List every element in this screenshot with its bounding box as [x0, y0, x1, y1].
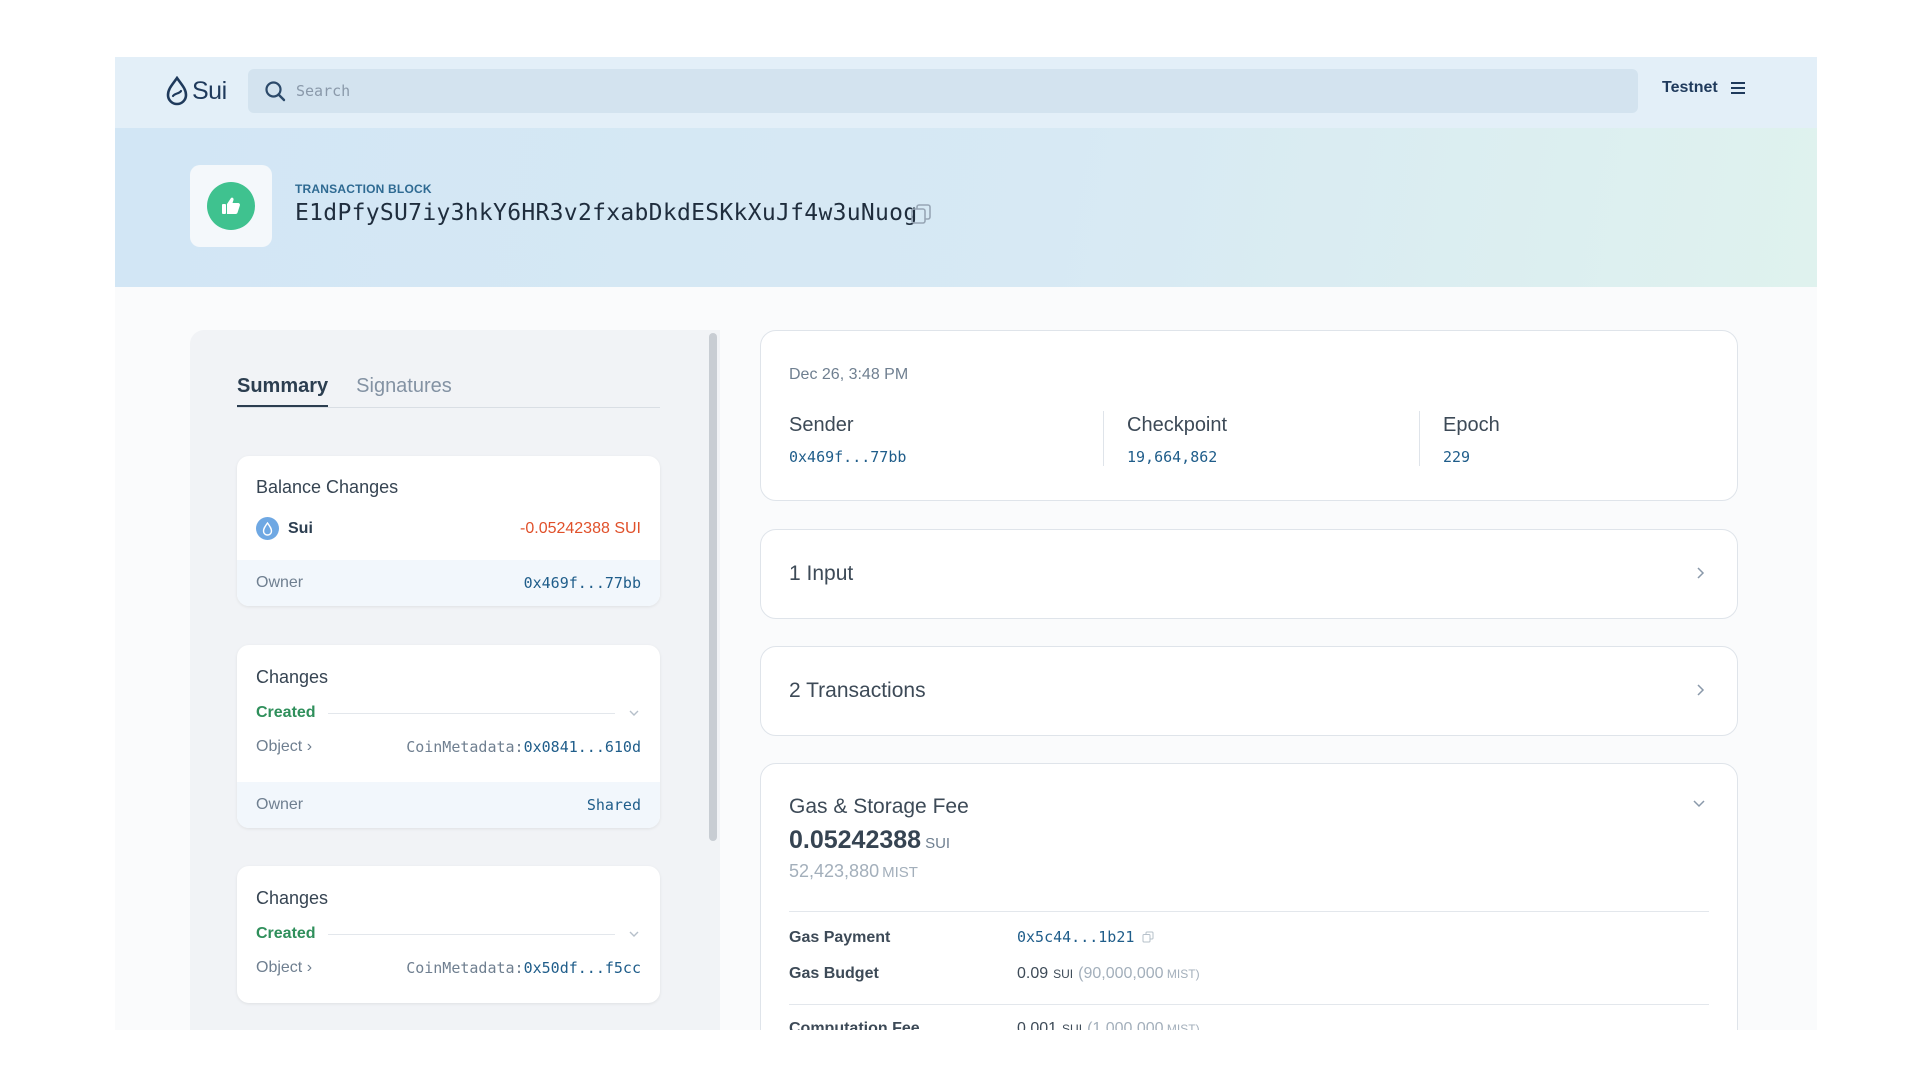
epoch-label: Epoch — [1443, 414, 1500, 436]
gas-budget-label: Gas Budget — [789, 965, 879, 982]
object-type: CoinMetadata: — [406, 959, 524, 977]
gas-total-mist-row: 52,423,880 MIST — [789, 861, 918, 882]
object-value: CoinMetadata:0x0841...610d — [406, 738, 641, 756]
checkpoint-value[interactable]: 19,664,862 — [1127, 448, 1217, 466]
checkpoint-label: Checkpoint — [1127, 414, 1228, 436]
object-label[interactable]: Object › — [256, 738, 312, 756]
epoch-value[interactable]: 229 — [1443, 448, 1470, 466]
content-area: Summary Signatures Balance Changes Sui -… — [0, 0, 1920, 1030]
owner-label: Owner — [256, 796, 304, 813]
coin-name: Sui — [288, 519, 313, 537]
sui-unit: SUI — [1062, 1022, 1083, 1030]
tab-bar: Summary Signatures — [237, 375, 660, 408]
owner-row: Owner 0x469f...77bb — [237, 560, 660, 606]
gas-payment-label: Gas Payment — [789, 929, 891, 946]
created-label: Created — [256, 925, 316, 942]
gas-total-sui: 0.05242388 — [789, 826, 922, 854]
gas-payment-object[interactable]: 0x5c44...1b21 — [1017, 928, 1134, 946]
object-type: CoinMetadata: — [406, 738, 524, 756]
gas-budget-mist: (90,000,000 MIST) — [1078, 965, 1200, 982]
balance-amount: -0.05242388 SUI — [520, 519, 641, 537]
gas-title: Gas & Storage Fee — [789, 795, 969, 818]
transactions-card[interactable]: 2 Transactions — [760, 646, 1738, 736]
chevron-down-icon[interactable] — [1691, 797, 1707, 811]
divider — [1103, 411, 1104, 466]
chevron-right-icon[interactable] — [1693, 565, 1707, 581]
timestamp: Dec 26, 3:48 PM — [789, 366, 909, 383]
owner-label: Owner — [256, 574, 304, 591]
computation-fee-mist: (1,000,000 MIST) — [1087, 1020, 1200, 1030]
card-title: Balance Changes — [256, 477, 399, 497]
object-label[interactable]: Object › — [256, 959, 312, 977]
object-row: Object › CoinMetadata:0x50df...f5cc — [256, 959, 641, 977]
coin-row: Sui -0.05242388 SUI — [256, 517, 641, 540]
coin-info: Sui — [256, 517, 313, 540]
copy-icon[interactable] — [1142, 931, 1154, 943]
object-id[interactable]: 0x50df...f5cc — [524, 959, 641, 977]
computation-fee-value: 0.001 SUI (1,000,000 MIST) — [1017, 1020, 1200, 1030]
created-row[interactable]: Created — [256, 925, 641, 943]
sui-unit: SUI — [1053, 967, 1074, 981]
changes-card: Changes Created Object › CoinMetadata:0x… — [237, 866, 660, 1003]
card-title: Changes — [256, 667, 329, 687]
divider — [789, 911, 1709, 912]
divider — [1419, 411, 1420, 466]
chevron-down-icon[interactable] — [627, 927, 641, 941]
created-row[interactable]: Created — [256, 704, 641, 722]
changes-card: Changes Created Object › CoinMetadata:0x… — [237, 645, 660, 828]
details-card: Dec 26, 3:48 PM Sender 0x469f...77bb Che… — [760, 330, 1738, 501]
gas-payment-value: 0x5c44...1b21 — [1017, 928, 1154, 946]
object-id[interactable]: 0x0841...610d — [524, 738, 641, 756]
panel-scrollbar[interactable] — [709, 333, 717, 841]
owner-row: Owner Shared — [237, 782, 660, 828]
divider — [327, 712, 615, 714]
inputs-card[interactable]: 1 Input — [760, 529, 1738, 619]
computation-fee-sui: 0.001 — [1017, 1020, 1058, 1030]
created-label: Created — [256, 704, 316, 721]
card-title: Changes — [256, 888, 329, 908]
mist-unit: MIST — [882, 864, 918, 881]
tab-signatures[interactable]: Signatures — [356, 375, 452, 407]
gas-total-mist: 52,423,880 — [789, 861, 880, 881]
sui-unit: SUI — [925, 835, 951, 852]
gas-card: Gas & Storage Fee 0.05242388 SUI 52,423,… — [760, 763, 1738, 1030]
object-row: Object › CoinMetadata:0x0841...610d — [256, 738, 641, 756]
inputs-title: 1 Input — [789, 562, 854, 585]
chevron-down-icon[interactable] — [627, 706, 641, 720]
owner-address[interactable]: 0x469f...77bb — [524, 574, 641, 592]
sender-address[interactable]: 0x469f...77bb — [789, 448, 906, 466]
gas-budget-value: 0.09 SUI (90,000,000 MIST) — [1017, 965, 1200, 983]
gas-budget-sui: 0.09 — [1017, 965, 1049, 982]
owner-value: Shared — [586, 796, 641, 814]
gas-total: 0.05242388 SUI — [789, 826, 950, 855]
object-value: CoinMetadata:0x50df...f5cc — [406, 959, 641, 977]
transactions-title: 2 Transactions — [789, 679, 926, 702]
sui-coin-icon — [256, 517, 279, 540]
tab-summary[interactable]: Summary — [237, 375, 329, 407]
sender-label: Sender — [789, 414, 854, 436]
computation-fee-label: Computation Fee — [789, 1020, 920, 1030]
balance-changes-card: Balance Changes Sui -0.05242388 SUI Owne… — [237, 456, 660, 606]
chevron-right-icon[interactable] — [1693, 682, 1707, 698]
divider — [327, 933, 615, 935]
divider — [789, 1004, 1709, 1005]
